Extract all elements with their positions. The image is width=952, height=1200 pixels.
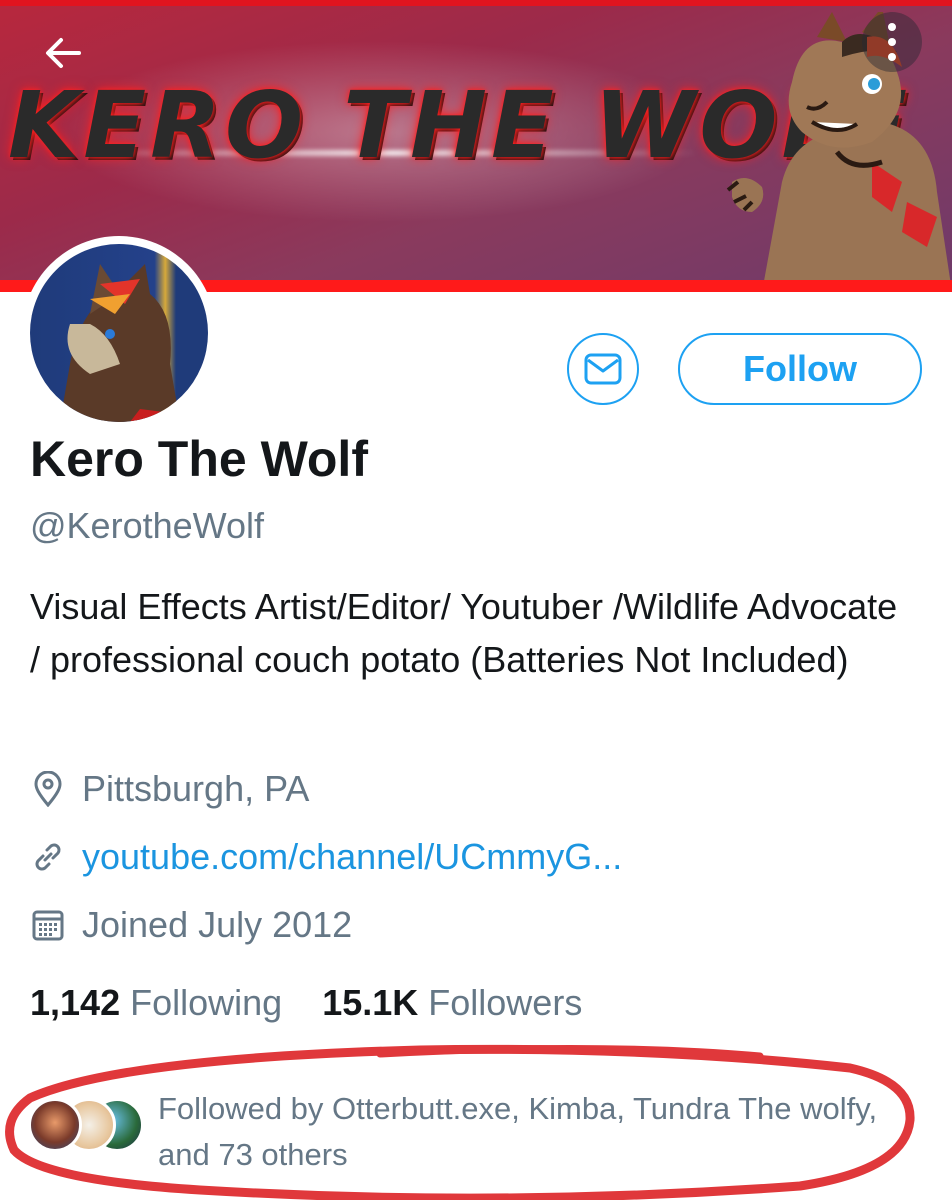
location-row: Pittsburgh, PA [30,768,309,810]
more-options-button[interactable] [862,12,922,72]
followers-stat[interactable]: 15.1K Followers [322,982,582,1024]
follow-button[interactable]: Follow [678,333,922,405]
followers-label: Followers [428,982,583,1023]
website-row[interactable]: youtube.com/channel/UCmmyG... [30,836,622,878]
following-count: 1,142 [30,982,121,1023]
profile-bio: Visual Effects Artist/Editor/ Youtuber /… [30,586,898,680]
following-label: Following [130,982,283,1023]
joined-row: Joined July 2012 [30,904,352,946]
follow-stats: 1,142 Following 15.1K Followers [30,982,582,1024]
envelope-icon [584,353,622,385]
avatar-image [30,244,208,422]
followed-by-section[interactable]: Followed by Otterbutt.exe, Kimba, Tundra… [24,1084,924,1184]
followed-by-text: Followed by Otterbutt.exe, Kimba, Tundra… [158,1091,878,1172]
website-link[interactable]: youtube.com/channel/UCmmyG... [82,836,622,878]
following-stat[interactable]: 1,142 Following [30,982,282,1024]
arrow-left-icon [46,38,81,68]
message-button[interactable] [567,333,639,405]
followers-count: 15.1K [322,982,419,1023]
link-icon [30,839,66,875]
location-text: Pittsburgh, PA [82,768,310,809]
more-vertical-icon [888,23,896,31]
wolf-avatar-illustration [60,264,180,422]
follower-avatars [24,1098,154,1158]
display-name: Kero The Wolf [30,431,368,487]
back-button[interactable] [40,30,86,76]
profile-avatar[interactable] [22,236,216,430]
joined-text: Joined July 2012 [82,904,353,945]
follower-avatar [28,1098,82,1152]
calendar-icon [30,907,66,943]
map-pin-icon [30,771,66,807]
user-handle: @KerotheWolf [30,505,264,546]
